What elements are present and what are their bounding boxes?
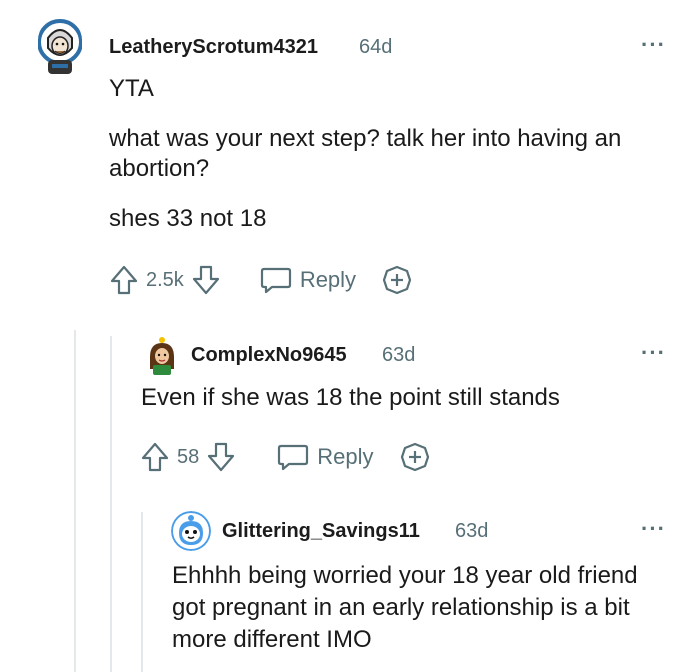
comment-paragraph: Even if she was 18 the point still stand… — [141, 384, 560, 411]
reply-label: Reply — [317, 444, 374, 469]
downvote-icon[interactable] — [192, 265, 220, 295]
user-avatar[interactable] — [171, 511, 211, 551]
vote-count: 2.5k — [146, 268, 184, 291]
comment-body: Even if she was 18 the point still stand… — [141, 383, 661, 413]
comment-paragraph: shes 33 not 18 — [109, 205, 267, 232]
reply-label: Reply — [299, 267, 357, 292]
thread-line[interactable] — [74, 330, 76, 672]
vote-count: 58 — [177, 445, 200, 468]
user-avatar[interactable] — [144, 335, 180, 375]
username[interactable]: LeatheryScrotum4321 — [109, 36, 318, 59]
comment-bubble-icon — [277, 443, 309, 471]
comment-actions: 58 Reply — [141, 441, 430, 473]
downvote-icon[interactable] — [207, 442, 235, 472]
timestamp: 63d — [455, 520, 489, 542]
add-award-icon — [400, 442, 429, 472]
user-avatar[interactable] — [38, 18, 82, 76]
comment-bubble-icon — [260, 266, 292, 294]
add-award-icon — [382, 265, 412, 295]
more-options-icon[interactable]: ··· — [641, 518, 666, 540]
award-button[interactable] — [400, 442, 430, 472]
upvote-icon[interactable] — [110, 265, 138, 295]
username[interactable]: Glittering_Savings11 — [222, 520, 420, 543]
comment-thread: LeatheryScrotum4321 64d ··· YTA what was… — [0, 0, 700, 672]
upvote-icon[interactable] — [141, 442, 169, 472]
award-button[interactable] — [382, 265, 412, 295]
timestamp: 63d — [382, 344, 416, 366]
comment-body: YTA what was your next step? talk her in… — [109, 74, 669, 234]
thread-line[interactable] — [141, 512, 143, 672]
thread-line[interactable] — [110, 336, 112, 672]
more-options-icon[interactable]: ··· — [641, 34, 666, 56]
username[interactable]: ComplexNo9645 — [191, 344, 347, 367]
timestamp: 64d — [359, 36, 393, 58]
reply-button[interactable]: Reply — [260, 266, 356, 294]
comment-paragraph: Ehhhh being worried your 18 year old fri… — [172, 562, 638, 653]
reply-button[interactable]: Reply — [277, 443, 374, 471]
comment-body: Ehhhh being worried your 18 year old fri… — [172, 560, 652, 656]
more-options-icon[interactable]: ··· — [641, 342, 666, 364]
comment-paragraph: YTA — [109, 75, 154, 102]
comment-paragraph: what was your next step? talk her into h… — [109, 125, 622, 182]
comment-actions: 2.5k Reply — [110, 264, 412, 296]
